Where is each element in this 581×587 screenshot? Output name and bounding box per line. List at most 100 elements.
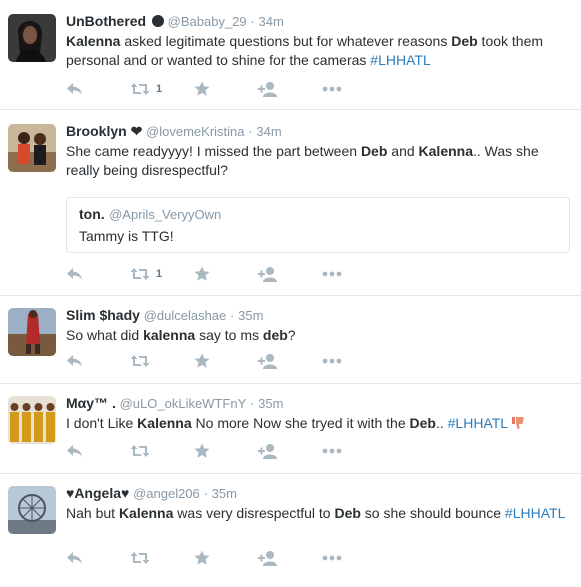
handle[interactable]: @lovemeKristina [146,124,244,139]
text-segment: say to ms [195,327,263,343]
highlighted-keyword: Deb [360,143,388,159]
handle[interactable]: @angel206 [133,486,200,501]
avatar[interactable] [8,486,56,534]
more-button[interactable] [322,86,386,92]
retweet-icon [130,354,150,368]
timestamp[interactable]: 34m [256,124,281,139]
retweet-button[interactable]: 1 [130,267,194,281]
reply-icon [66,82,84,96]
timeline: UnBothered @Bababy_29 · 34m Kalenna aske… [0,0,581,586]
tweet-text: So what did kalenna say to ms deb? [66,326,573,345]
reply-button[interactable] [66,354,130,368]
highlighted-keyword: Deb [451,33,478,49]
timestamp[interactable]: 35m [238,308,263,323]
follow-button[interactable] [258,550,322,566]
tweet-actions [66,442,386,460]
more-icon [322,358,342,364]
handle[interactable]: @uLO_okLikeWTFnY [120,396,247,411]
hashtag-link[interactable]: #LHHATL [370,52,430,68]
display-name[interactable]: Brooklyn ❤ [66,123,142,139]
more-button[interactable] [322,271,386,277]
retweet-button[interactable]: 1 [130,82,194,96]
text-segment: No more Now she tryed it with the [191,415,410,431]
retweet-count: 1 [156,268,163,280]
handle[interactable]: @Bababy_29 [168,14,247,29]
avatar[interactable] [8,308,56,356]
text-segment: and [387,143,419,159]
avatar-image [8,396,56,444]
retweet-icon [130,551,150,565]
verified-icon [151,15,164,27]
display-name[interactable]: UnBothered [66,13,146,29]
hashtag-link[interactable]: #LHHATL [505,505,565,521]
tweet-text: I don't Like Kalenna No more Now she try… [66,414,573,433]
favorite-button[interactable] [194,353,258,369]
avatar-image [8,308,56,356]
favorite-button[interactable] [194,443,258,459]
text-segment: Nah but [66,505,119,521]
more-icon [322,271,342,277]
reply-button[interactable] [66,551,130,565]
highlighted-keyword: Deb [409,415,436,431]
tweet[interactable]: Mαy™ . @uLO_okLikeWTFnY · 35m I don't Li… [0,384,581,474]
timestamp[interactable]: 35m [212,486,237,501]
favorite-button[interactable] [194,81,258,97]
highlighted-keyword: Kalenna [118,505,174,521]
text-segment: was very disrespectful to [173,505,335,521]
more-button[interactable] [322,448,386,454]
display-name[interactable]: Slim $hady [66,307,140,323]
retweet-button[interactable] [130,444,194,458]
reply-icon [66,444,84,458]
tweet[interactable]: Brooklyn ❤ @lovemeKristina · 34m She cam… [0,110,581,296]
retweet-button[interactable] [130,354,194,368]
favorite-button[interactable] [194,550,258,566]
text-segment: ? [287,327,296,343]
display-name[interactable]: ♥Angela♥ [66,485,129,501]
tweet-header: ♥Angela♥ @angel206 · 35m [66,484,573,503]
avatar[interactable] [8,396,56,444]
more-icon [322,555,342,561]
hashtag-link[interactable]: #LHHATL [448,415,508,431]
tweet[interactable]: UnBothered @Bababy_29 · 34m Kalenna aske… [0,0,581,110]
tweet[interactable]: ♥Angela♥ @angel206 · 35m Nah but Kalenna… [0,474,581,586]
follow-button[interactable] [258,266,322,282]
avatar-image [8,124,56,172]
quoted-tweet[interactable]: ton. @Aprils_VeryyOwn Tammy is TTG! [66,197,570,253]
favorite-button[interactable] [194,266,258,282]
handle[interactable]: @dulcelashae [144,308,227,323]
reply-button[interactable] [66,82,130,96]
follow-icon [258,443,278,459]
tweet-header: Brooklyn ❤ @lovemeKristina · 34m [66,122,573,141]
reply-icon [66,267,84,281]
avatar-image [8,14,56,62]
text-segment: So what did [66,327,144,343]
highlighted-keyword: Kalenna [66,33,121,49]
thumbs-down-emoji [512,417,525,430]
timestamp[interactable]: 35m [258,396,283,411]
avatar[interactable] [8,124,56,172]
more-button[interactable] [322,358,386,364]
retweet-icon [130,82,150,96]
follow-button[interactable] [258,81,322,97]
tweet-header: Mαy™ . @uLO_okLikeWTFnY · 35m [66,394,573,413]
follow-icon [258,353,278,369]
display-name[interactable]: Mαy™ . [66,395,116,411]
reply-button[interactable] [66,444,130,458]
avatar[interactable] [8,14,56,62]
quoted-handle: @Aprils_VeryyOwn [109,207,222,222]
follow-button[interactable] [258,443,322,459]
separator-dot: · [230,308,235,323]
retweet-button[interactable] [130,551,194,565]
highlighted-keyword: kalenna [143,327,196,343]
tweet[interactable]: Slim $hady @dulcelashae · 35m So what di… [0,296,581,384]
more-button[interactable] [322,555,386,561]
follow-icon [258,550,278,566]
tweet-text: She came readyyyy! I missed the part bet… [66,142,573,180]
timestamp[interactable]: 34m [259,14,284,29]
tweet-actions [66,352,386,370]
tweet-text-body: I don't Like Kalenna No more Now she try… [66,415,508,431]
follow-button[interactable] [258,353,322,369]
follow-icon [258,81,278,97]
reply-button[interactable] [66,267,130,281]
tweet-header: Slim $hady @dulcelashae · 35m [66,306,573,325]
